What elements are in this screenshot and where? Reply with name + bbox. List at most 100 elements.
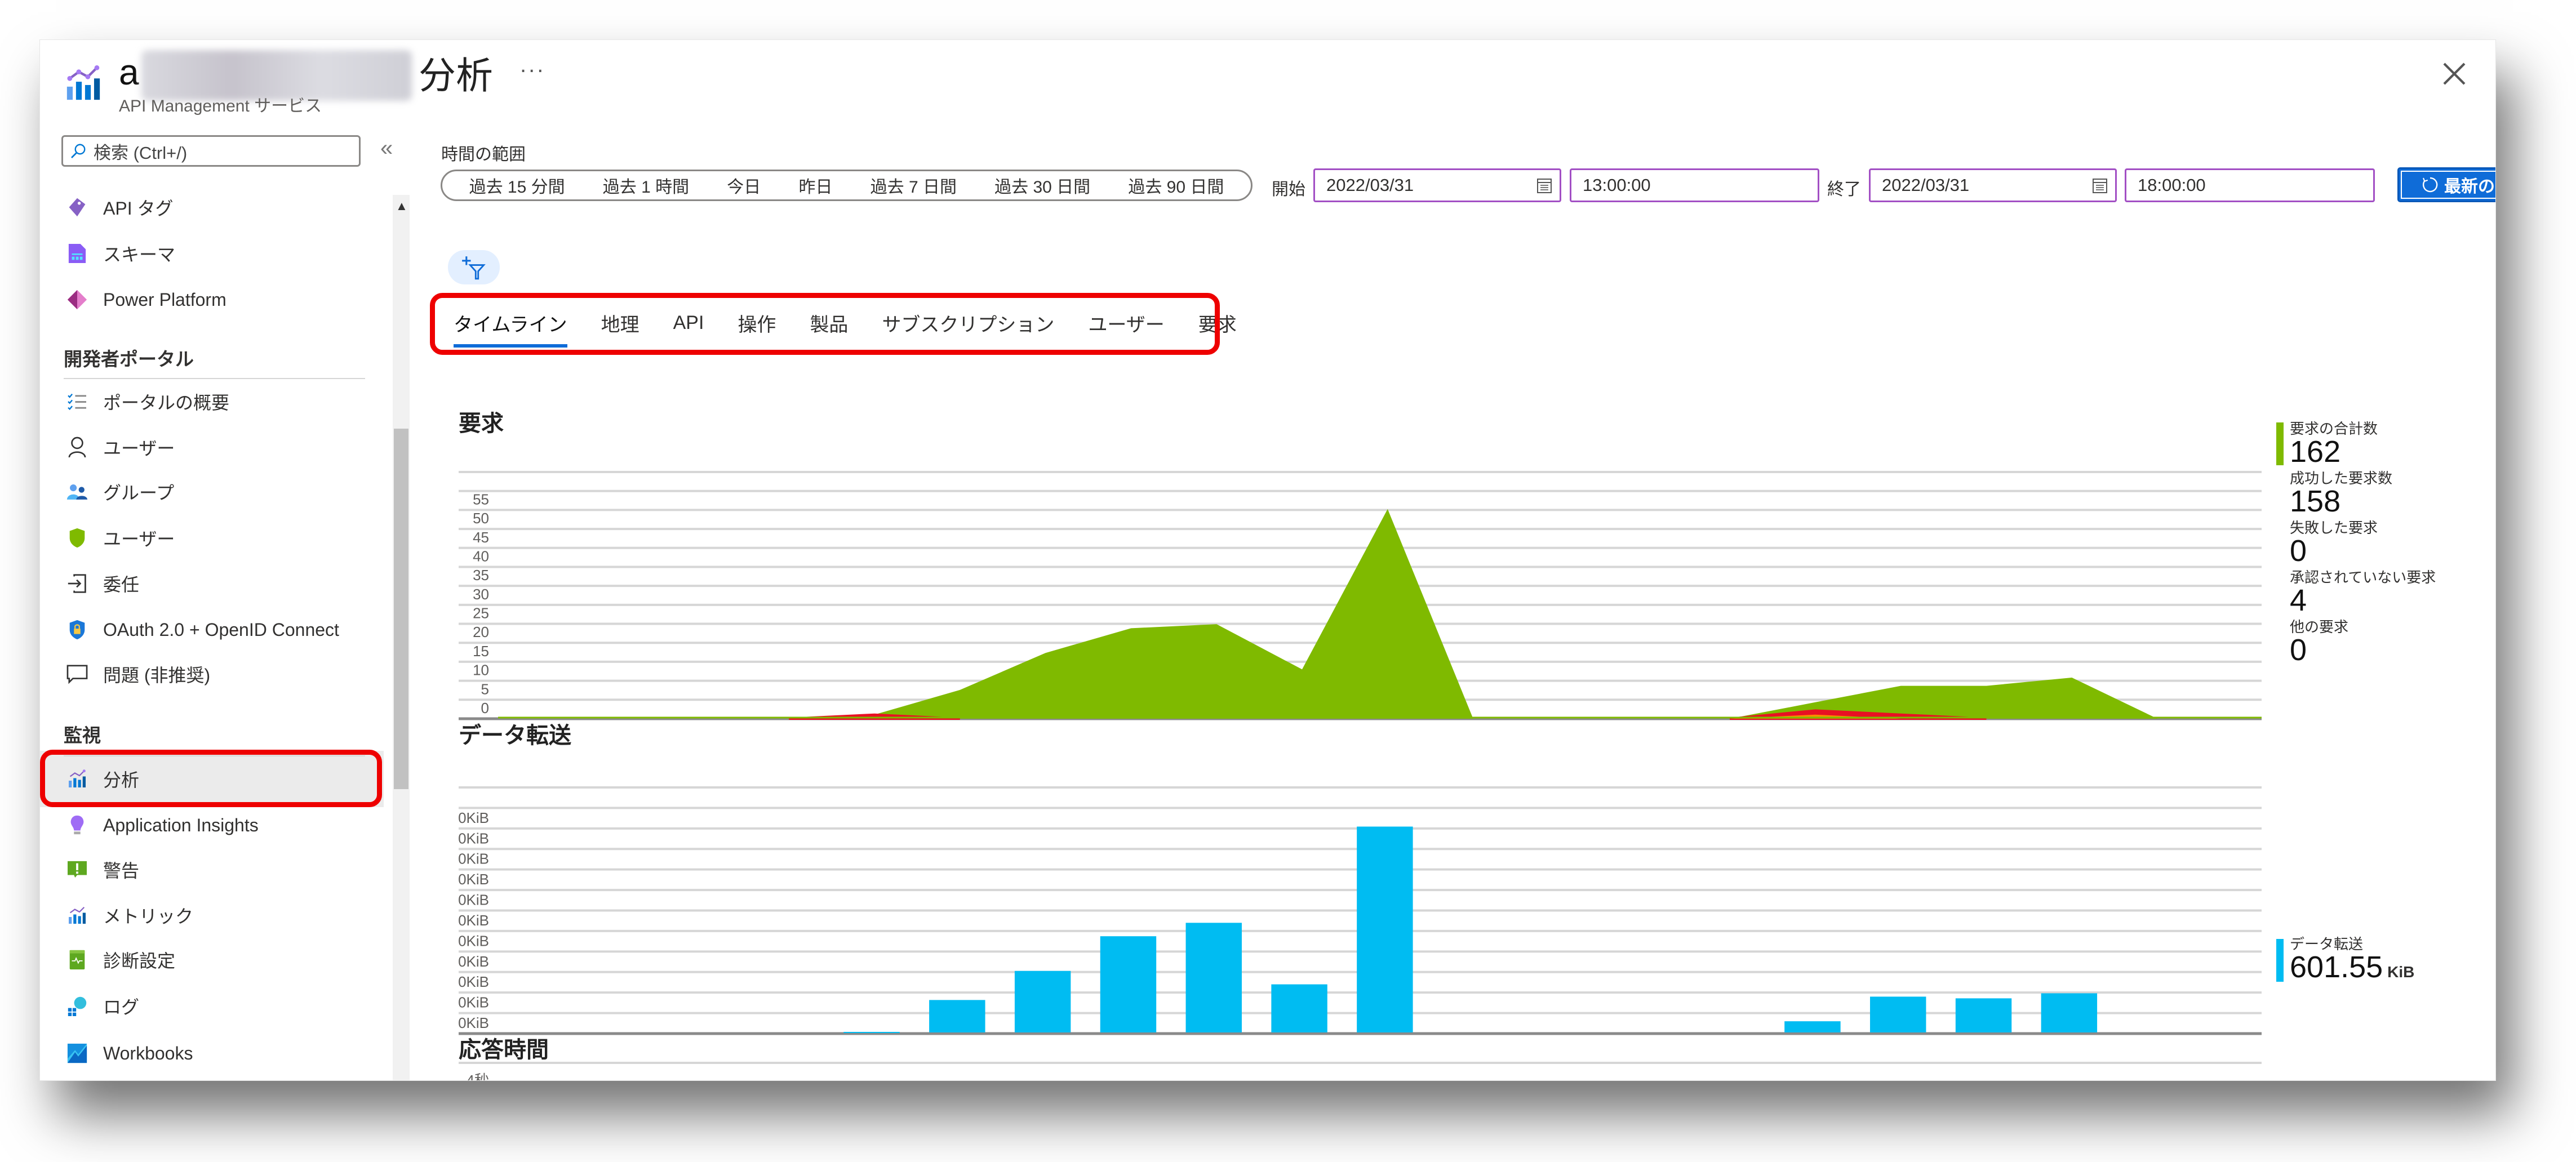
sidebar-item-label: API タグ <box>103 198 174 219</box>
y-tick-label: 0 <box>481 700 489 716</box>
bar <box>1955 998 2012 1032</box>
sidebar-item-groups[interactable]: グループ <box>61 475 174 509</box>
section-heading-developer-portal: 開発者ポータル <box>64 349 194 369</box>
sidebar-item-portal-overview[interactable]: ポータルの概要 <box>61 385 229 419</box>
sidebar-item-users[interactable]: ユーザー <box>61 430 175 464</box>
bar <box>1100 936 1157 1032</box>
preset-30-days[interactable]: 過去 30 日間 <box>994 173 1090 198</box>
collapse-sidebar-button[interactable]: « <box>380 136 393 161</box>
resource-name: a <box>119 52 139 92</box>
checklist-icon <box>66 390 88 413</box>
lightbulb-icon <box>66 814 88 836</box>
sidebar-item-label: スキーマ <box>103 244 176 265</box>
search-icon <box>71 144 86 158</box>
preset-today[interactable]: 今日 <box>727 173 761 198</box>
preset-1-hour[interactable]: 過去 1 時間 <box>603 173 689 198</box>
sidebar-item-logs[interactable]: ログ <box>61 989 139 1023</box>
sidebar-scrollbar-thumb[interactable] <box>394 429 408 789</box>
response-time-chart-title: 応答時間 <box>459 1038 549 1062</box>
bar <box>2041 993 2098 1032</box>
y-tick-label: 4秒 <box>467 1072 489 1081</box>
sidebar-item-issues[interactable]: 問題 (非推奨) <box>61 657 210 691</box>
sidebar-item-api-tags[interactable]: API タグ <box>61 190 173 224</box>
add-filter-icon <box>462 256 486 279</box>
start-time-input[interactable]: 13:00:00 <box>1570 168 1819 202</box>
y-tick-label: 120KiB <box>459 892 489 909</box>
preset-yesterday[interactable]: 昨日 <box>798 173 832 198</box>
sidebar-item-oauth-openid[interactable]: OAuth 2.0 + OpenID Connect <box>61 613 339 647</box>
legend-item[interactable]: 要求の合計数 162 <box>2290 420 2378 469</box>
legend-value: 4 <box>2290 584 2307 617</box>
highlight-tabs-box <box>430 293 1220 355</box>
sidebar-item-label: Power Platform <box>103 289 226 310</box>
y-tick-label: 0KiB <box>459 1014 489 1031</box>
preset-90-days[interactable]: 過去 90 日間 <box>1128 173 1224 198</box>
y-tick-label: 55 <box>473 491 489 507</box>
sidebar-item-identities[interactable]: ユーザー <box>61 521 175 555</box>
y-tick-label: 30 <box>473 586 489 603</box>
sidebar-item-label: OAuth 2.0 + OpenID Connect <box>103 619 339 640</box>
legend-value: 158 <box>2290 484 2341 518</box>
y-tick-label: 10 <box>473 662 489 679</box>
y-tick-label: 20KiB <box>459 994 489 1011</box>
sidebar-item-label: Workbooks <box>103 1043 193 1063</box>
workbooks-icon <box>66 1042 88 1065</box>
resource-type: API Management サービス <box>119 97 322 115</box>
refresh-button[interactable]: 最新の <box>2397 167 2495 202</box>
refresh-label: 最新の <box>2444 177 2495 196</box>
end-date-value: 2022/03/31 <box>1882 175 1970 195</box>
lock-shield-icon <box>66 618 88 641</box>
analytics-blade: a 分析 ... API Management サービス 検索 (Ctrl+/)… <box>39 39 2496 1081</box>
comment-icon <box>66 663 88 685</box>
scroll-up-arrow-icon[interactable]: ▲ <box>396 199 408 213</box>
y-tick-label: 180KiB <box>459 830 489 847</box>
bar <box>1014 970 1071 1032</box>
section-heading-monitoring: 監視 <box>64 725 101 746</box>
requests-legend: 要求の合計数 162 成功した要求数 158 失敗した要求 0 承認されていない要求 4 他の要… <box>2269 420 2484 713</box>
calendar-icon[interactable] <box>1537 177 1552 193</box>
legend-value: 162 <box>2290 435 2341 469</box>
end-time-input[interactable]: 18:00:00 <box>2125 168 2375 202</box>
sidebar-item-application-insights[interactable]: Application Insights <box>61 808 259 842</box>
sidebar-item-metrics[interactable]: メトリック <box>61 898 193 932</box>
sidebar-item-label: ユーザー <box>103 529 175 549</box>
sidebar-item-delegation[interactable]: 委任 <box>61 567 139 600</box>
legend-color-bar <box>2276 422 2284 465</box>
add-filter-button[interactable] <box>448 250 500 284</box>
legend-value: 0 <box>2290 633 2307 667</box>
y-tick-label: 40KiB <box>459 973 489 990</box>
legend-item[interactable]: 承認されていない要求 4 <box>2290 569 2436 617</box>
legend-value-number: 601.55 <box>2290 950 2383 984</box>
close-icon[interactable] <box>2437 57 2471 91</box>
sidebar-item-label: ログ <box>103 997 140 1017</box>
sign-in-icon <box>66 572 88 595</box>
preset-15-minutes[interactable]: 過去 15 分間 <box>469 173 565 198</box>
legend-item[interactable]: 他の要求 0 <box>2290 618 2348 665</box>
legend-item[interactable]: 失敗した要求 0 <box>2290 519 2378 566</box>
sidebar-item-alerts[interactable]: 警告 <box>61 853 139 887</box>
y-tick-label: 20 <box>473 624 489 640</box>
sidebar-search-input[interactable]: 検索 (Ctrl+/) <box>61 135 361 167</box>
y-tick-label: 100KiB <box>459 912 489 929</box>
sidebar-item-label: 委任 <box>103 575 140 595</box>
start-date-input[interactable]: 2022/03/31 <box>1313 168 1561 202</box>
legend-color-bar <box>2276 939 2284 982</box>
section-divider <box>64 378 365 379</box>
y-tick-label: 160KiB <box>459 851 489 867</box>
bar <box>1185 923 1242 1032</box>
end-date-input[interactable]: 2022/03/31 <box>1869 168 2117 202</box>
sidebar-item-label: Application Insights <box>103 814 259 835</box>
sidebar-item-label: 診断設定 <box>103 951 176 971</box>
y-tick-label: 45 <box>473 529 489 546</box>
calendar-icon[interactable] <box>2093 177 2107 193</box>
sidebar-item-label: メトリック <box>103 906 194 927</box>
sidebar-item-power-platform[interactable]: Power Platform <box>61 283 226 317</box>
preset-7-days[interactable]: 過去 7 日間 <box>870 173 957 198</box>
sidebar-item-schema[interactable]: スキーマ <box>61 237 175 270</box>
sidebar-item-workbooks[interactable]: Workbooks <box>61 1036 193 1070</box>
more-options-button[interactable]: ... <box>520 52 545 78</box>
legend-item[interactable]: データ転送 601.55 KiB <box>2290 936 2414 987</box>
end-time-value: 18:00:00 <box>2138 175 2206 195</box>
legend-item[interactable]: 成功した要求数 158 <box>2290 470 2392 518</box>
sidebar-item-diagnostic-settings[interactable]: 診断設定 <box>61 943 175 977</box>
